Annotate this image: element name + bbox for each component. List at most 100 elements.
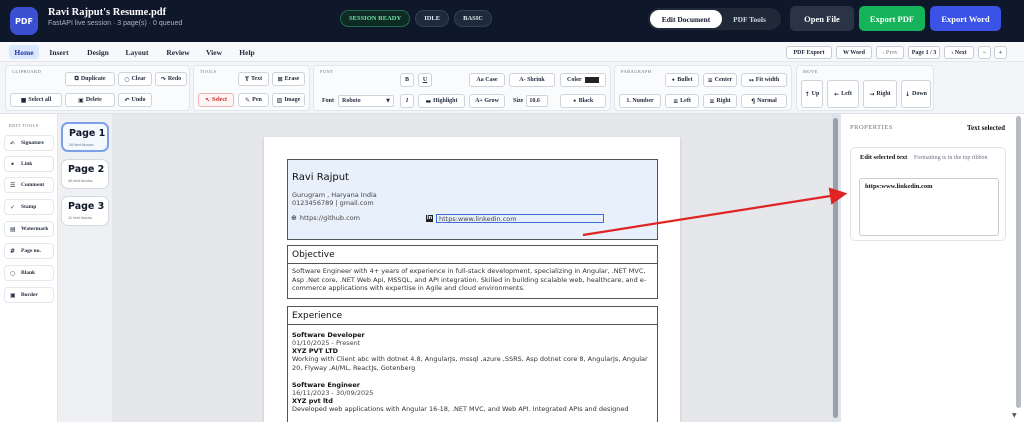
move-right-button[interactable]: → Right (863, 80, 897, 108)
job-dates[interactable]: 01/10/2025 - Present (292, 339, 653, 347)
select-tool-button[interactable]: ↖ Select (198, 93, 234, 107)
page-thumb-3[interactable]: Page 3 11 text blocks (61, 196, 109, 226)
undo-button[interactable]: ↶ Undo (118, 93, 152, 107)
highlight-button[interactable]: ▬ Highlight (418, 94, 465, 108)
objective-section[interactable]: Objective Software Engineer with 4+ year… (287, 245, 658, 299)
linkedin-link[interactable]: in https:www.linkedin.com (426, 214, 604, 223)
link-tool[interactable]: ⚭ Link (4, 156, 54, 172)
delete-button[interactable]: ▣ Delete (65, 93, 115, 107)
job-company[interactable]: XYZ pvt ltd (292, 397, 653, 405)
resume-name[interactable]: Ravi Rajput (292, 172, 349, 183)
zoom-in-button[interactable]: + (994, 46, 1007, 59)
normal-style-button[interactable]: ¶ Normal (741, 94, 787, 108)
bold-button[interactable]: B (400, 73, 414, 87)
zoom-out-button[interactable]: − (978, 46, 991, 59)
job-entry-2[interactable]: Software Engineer 16/11/2023 - 30/09/202… (288, 372, 657, 414)
document-page[interactable]: Ravi Rajput Gurugram , Haryana India 012… (264, 137, 680, 422)
move-down-button[interactable]: ↓ Down (901, 80, 931, 108)
watermark-tool[interactable]: ▤ Watermark (4, 221, 54, 237)
comment-tool[interactable]: ☰ Comment (4, 177, 54, 193)
shrink-button[interactable]: A- Shrink (509, 73, 555, 87)
tab-layout[interactable]: Layout (122, 45, 152, 59)
stamp-tool[interactable]: ✓ Stamp (4, 199, 54, 215)
duplicate-button[interactable]: ⧉ Duplicate (65, 72, 115, 86)
text-tool-button[interactable]: T Text (238, 72, 269, 86)
tools-group: TOOLS T Text ⊠ Erase ↖ Select ✎ Pen ▨ Image (193, 65, 310, 111)
export-word-button[interactable]: Export Word (930, 6, 1001, 31)
resume-contact[interactable]: 0123456789 | gmail.com (292, 199, 374, 207)
color-picker[interactable]: Color (560, 73, 606, 87)
objective-heading[interactable]: Objective (288, 246, 657, 264)
pdf-export-button[interactable]: PDF Export (786, 46, 832, 59)
page-thumb-1[interactable]: Page 1 26 text blocks (61, 122, 109, 152)
pdf-tools-tab[interactable]: PDF Tools (722, 10, 777, 28)
tab-help[interactable]: Help (234, 45, 260, 59)
blank-page-icon: ○ (10, 269, 16, 277)
blank-page-tool[interactable]: ○ Blank (4, 265, 54, 281)
job-entry-1[interactable]: Software Developer 01/10/2025 - Present … (288, 325, 657, 372)
font-size-input[interactable]: 10.6 (526, 95, 549, 107)
align-left-button[interactable]: ≡ Left (665, 94, 699, 108)
job-description[interactable]: Working with Client abc with dotnet 4.8,… (292, 355, 653, 372)
job-title[interactable]: Software Developer (292, 331, 653, 339)
align-right-button[interactable]: ≡ Right (703, 94, 737, 108)
border-tool[interactable]: ▣ Border (4, 287, 54, 303)
objective-text[interactable]: Software Engineer with 4+ years of exper… (288, 264, 657, 296)
align-center-button[interactable]: ≡ Center (703, 73, 737, 87)
selected-text-block[interactable]: https:www.linkedin.com (436, 214, 604, 223)
resume-location[interactable]: Gurugram , Haryana India (292, 191, 377, 199)
tab-home[interactable]: Home (9, 45, 39, 59)
black-color-button[interactable]: • Black (560, 94, 606, 108)
experience-heading[interactable]: Experience (288, 307, 657, 325)
basic-badge: BASIC (454, 10, 492, 27)
font-family-select[interactable]: Roboto ▼ (338, 95, 394, 107)
export-pdf-button[interactable]: Export PDF (859, 6, 925, 31)
clear-button[interactable]: ○ Clear (118, 72, 152, 86)
canvas-scrollbar[interactable] (833, 118, 838, 418)
page-number-tool[interactable]: # Page no. (4, 243, 54, 259)
grow-button[interactable]: A+ Grow (469, 94, 505, 108)
page-scrollbar[interactable] (1016, 116, 1021, 408)
move-up-button[interactable]: ↑ Up (801, 80, 823, 108)
open-file-button[interactable]: Open File (790, 6, 854, 31)
pen-tool-button[interactable]: ✎ Pen (238, 93, 269, 107)
next-page-button[interactable]: › Next (944, 46, 974, 59)
arrow-up-icon: ↑ (804, 90, 810, 98)
underline-button[interactable]: U (418, 73, 432, 87)
clear-icon: ○ (124, 75, 130, 83)
edit-document-tab[interactable]: Edit Document (650, 10, 722, 28)
selected-text-editor[interactable]: https:www.linkedin.com (859, 178, 999, 236)
erase-tool-button[interactable]: ⊠ Erase (272, 72, 305, 86)
tab-insert[interactable]: Insert (44, 45, 74, 59)
job-description[interactable]: Developed web applications with Angular … (292, 405, 653, 414)
github-link[interactable]: ⊕ https://github.com (291, 214, 360, 222)
tab-review[interactable]: Review (162, 45, 194, 59)
check-icon: ✓ (10, 203, 16, 211)
image-tool-button[interactable]: ▨ Image (272, 93, 305, 107)
experience-section[interactable]: Experience Software Developer 01/10/2025… (287, 306, 658, 422)
prev-page-button[interactable]: ‹ Prev (876, 46, 904, 59)
tab-design[interactable]: Design (83, 45, 113, 59)
fit-width-button[interactable]: ↔ Fit width (741, 73, 787, 87)
job-company[interactable]: XYZ PVT LTD (292, 347, 653, 355)
tools-label: TOOLS (200, 69, 217, 74)
tab-view[interactable]: View (200, 45, 228, 59)
align-center-icon: ≡ (707, 76, 713, 84)
job-title[interactable]: Software Engineer (292, 381, 653, 389)
redo-button[interactable]: ↷ Redo (155, 72, 187, 86)
resume-header-section[interactable]: Ravi Rajput Gurugram , Haryana India 012… (287, 159, 658, 240)
italic-button[interactable]: I (400, 94, 414, 108)
case-button[interactable]: Aa Case (469, 73, 505, 87)
color-swatch (584, 77, 599, 83)
scroll-down-icon[interactable]: ▼ (1012, 412, 1017, 419)
select-all-button[interactable]: ■ Select all (10, 93, 62, 107)
job-dates[interactable]: 16/11/2023 - 30/09/2025 (292, 389, 653, 397)
signature-tool[interactable]: ✍ Signature (4, 135, 54, 151)
bullet-button[interactable]: • Bullet (665, 73, 699, 87)
numbered-list-button[interactable]: 1. Number (619, 94, 661, 108)
link-icon: ⚭ (10, 160, 16, 168)
cursor-icon: ↖ (204, 96, 211, 104)
page-thumb-2[interactable]: Page 2 46 text blocks (61, 159, 109, 189)
move-left-button[interactable]: ← Left (827, 80, 859, 108)
word-button[interactable]: W Word (836, 46, 872, 59)
